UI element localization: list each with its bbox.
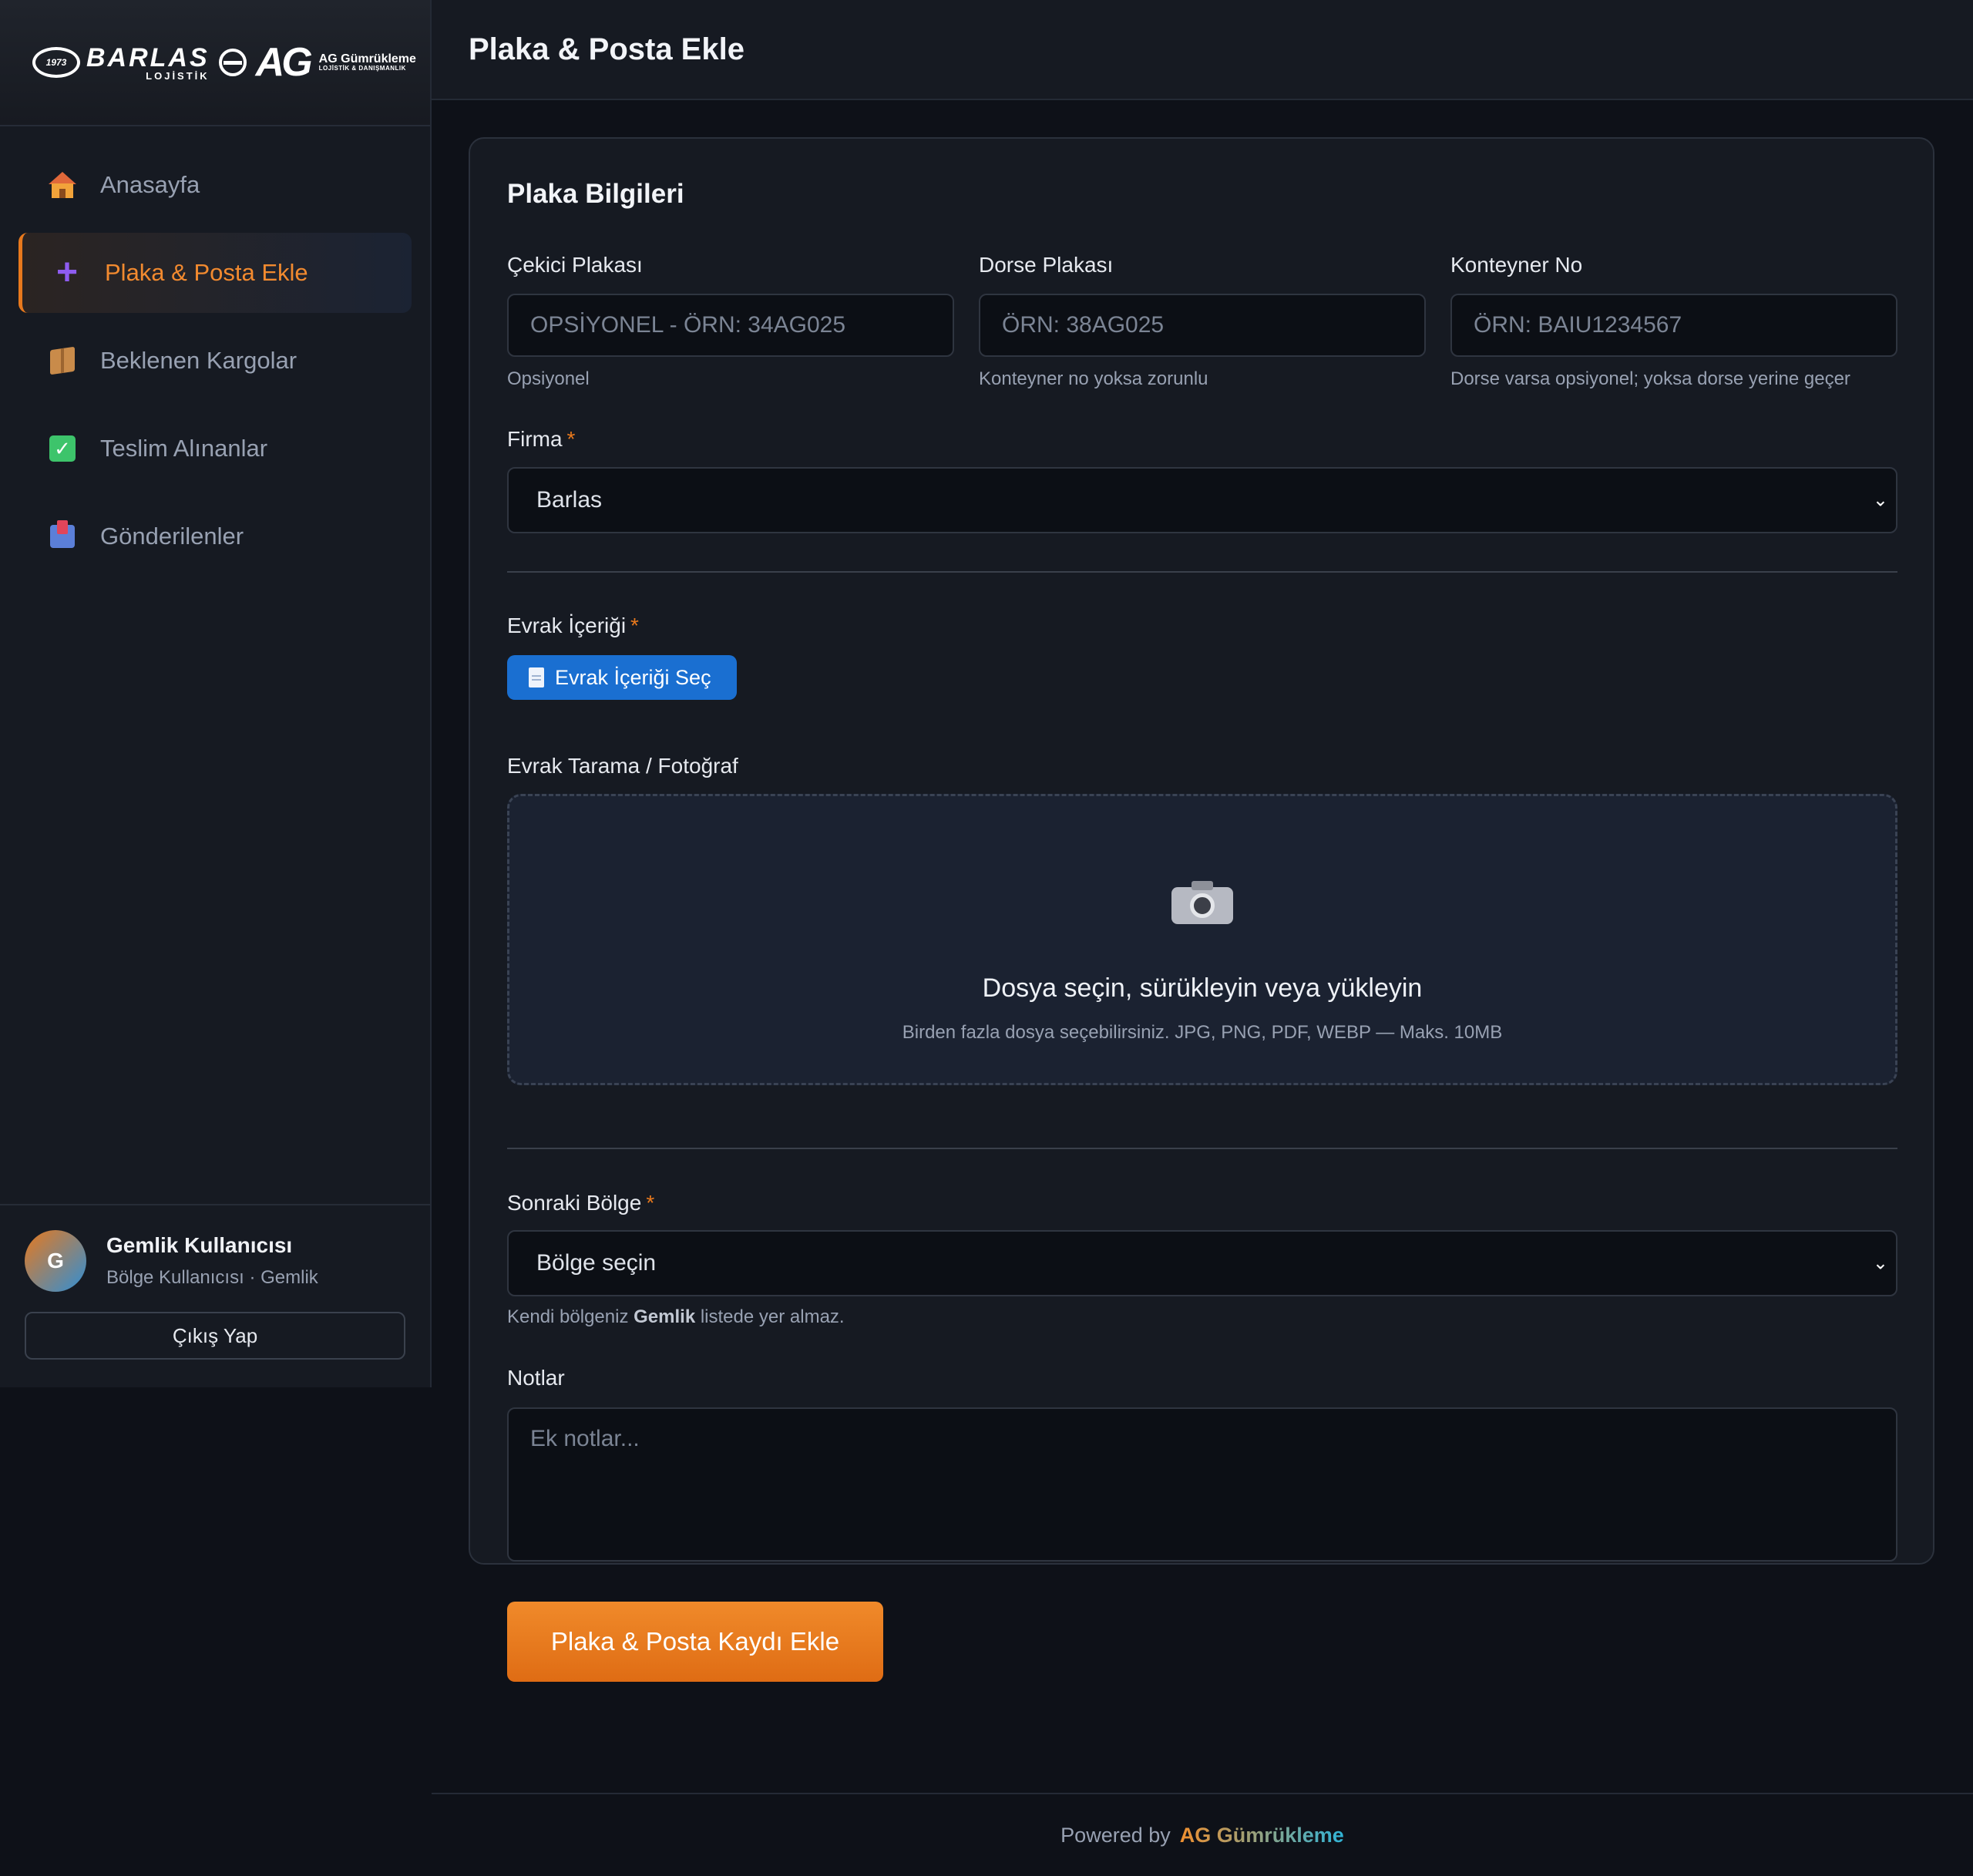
notlar-textarea[interactable]: Ek notlar... — [507, 1407, 1897, 1562]
firma-value: Barlas — [536, 487, 603, 513]
dorse-label: Dorse Plakası — [979, 253, 1114, 277]
divider — [507, 1148, 1897, 1149]
wheel-icon — [218, 49, 247, 76]
sidebar-item-label: Plaka & Posta Ekle — [105, 259, 308, 286]
user-name: Gemlik Kullanıcısı — [106, 1233, 293, 1257]
section-title: Plaka Bilgileri — [507, 179, 684, 209]
check-icon: ✓ — [48, 434, 77, 463]
sidebar-item-plaka-posta-ekle[interactable]: + Plaka & Posta Ekle — [18, 233, 412, 313]
sidebar-nav: Anasayfa + Plaka & Posta Ekle Beklenen K… — [0, 126, 430, 577]
file-dropzone[interactable]: Dosya seçin, sürükleyin veya yükleyin Bi… — [507, 794, 1897, 1085]
konteyner-placeholder: ÖRN: BAIU1234567 — [1474, 312, 1682, 338]
camera-icon — [1171, 879, 1233, 924]
sidebar-item-label: Anasayfa — [100, 171, 200, 198]
package-icon — [48, 346, 77, 375]
brand-logos[interactable]: 1973 BARLAS LOJİSTİK AG AG Gümrükleme LO… — [0, 0, 430, 126]
dorse-hint: Konteyner no yoksa zorunlu — [979, 368, 1208, 389]
sidebar-item-anasayfa[interactable]: Anasayfa — [18, 145, 412, 225]
own-region: Gemlik — [634, 1306, 696, 1327]
ag-logo-name: AG Gümrükleme — [318, 52, 416, 66]
sidebar-item-teslim-alinanlar[interactable]: ✓ Teslim Alınanlar — [18, 408, 412, 489]
cekici-label: Çekici Plakası — [507, 253, 643, 277]
footer-brand-link[interactable]: AG Gümrükleme — [1180, 1824, 1344, 1847]
required-mark: * — [566, 427, 576, 451]
submit-button[interactable]: Plaka & Posta Kaydı Ekle — [507, 1602, 883, 1682]
konteyner-no-input[interactable]: ÖRN: BAIU1234567 — [1450, 294, 1897, 357]
evrak-label: Evrak İçeriği * — [507, 614, 639, 637]
plus-icon: + — [55, 252, 79, 293]
dorse-placeholder: ÖRN: 38AG025 — [1002, 312, 1165, 338]
evrak-icerigi-sec-button[interactable]: Evrak İçeriği Seç — [507, 655, 737, 700]
dropzone-subtitle: Birden fazla dosya seçebilirsiniz. JPG, … — [902, 1022, 1503, 1043]
outbox-icon — [48, 520, 77, 551]
barlas-year: 1973 — [32, 47, 80, 78]
top-bar: Plaka & Posta Ekle — [432, 0, 1973, 100]
bolge-hint: Kendi bölgeniz Gemlik listede yer almaz. — [507, 1306, 845, 1327]
sidebar-item-label: Beklenen Kargolar — [100, 347, 297, 374]
page-title: Plaka & Posta Ekle — [469, 32, 744, 66]
sidebar: 1973 BARLAS LOJİSTİK AG AG Gümrükleme LO… — [0, 0, 432, 1387]
ag-logo-sub: LOJİSTİK & DANIŞMANLIK — [318, 65, 406, 72]
notlar-placeholder: Ek notlar... — [530, 1426, 640, 1451]
cekici-plaka-input[interactable]: OPSİYONEL - ÖRN: 34AG025 — [507, 294, 954, 357]
barlas-logo: 1973 BARLAS LOJİSTİK — [32, 45, 210, 81]
dropzone-title: Dosya seçin, sürükleyin veya yükleyin — [982, 973, 1423, 1003]
footer: Powered by AG Gümrükleme — [432, 1793, 1973, 1876]
chevron-down-icon: ⌄ — [1872, 489, 1888, 511]
footer-prefix: Powered by — [1060, 1823, 1171, 1847]
required-mark: * — [630, 614, 639, 637]
firma-label: Firma * — [507, 427, 576, 451]
sidebar-item-beklenen-kargolar[interactable]: Beklenen Kargolar — [18, 321, 412, 401]
barlas-sub: LOJİSTİK — [146, 69, 210, 82]
user-role: Bölge Kullanıcısı · Gemlik — [106, 1267, 318, 1288]
evrak-button-label: Evrak İçeriği Seç — [555, 665, 711, 689]
konteyner-hint: Dorse varsa opsiyonel; yoksa dorse yerin… — [1450, 368, 1850, 389]
user-panel: G Gemlik Kullanıcısı Bölge Kullanıcısı ·… — [0, 1204, 430, 1387]
required-mark: * — [646, 1191, 655, 1215]
barlas-name: BARLAS — [86, 42, 210, 72]
sidebar-item-label: Gönderilenler — [100, 523, 244, 550]
ag-logo-mark: AG — [255, 40, 313, 85]
firma-select[interactable]: Barlas ⌄ — [507, 467, 1897, 533]
sidebar-item-gonderilenler[interactable]: Gönderilenler — [18, 496, 412, 577]
divider — [507, 571, 1897, 573]
document-icon — [529, 667, 544, 688]
cekici-placeholder: OPSİYONEL - ÖRN: 34AG025 — [530, 312, 846, 338]
bolge-label: Sonraki Bölge * — [507, 1191, 655, 1215]
form-card: Plaka Bilgileri Çekici Plakası OPSİYONEL… — [469, 137, 1934, 1682]
upload-label: Evrak Tarama / Fotoğraf — [507, 754, 738, 778]
avatar: G — [25, 1230, 86, 1292]
chevron-down-icon: ⌄ — [1872, 1252, 1888, 1274]
sidebar-item-label: Teslim Alınanlar — [100, 435, 268, 462]
bolge-value: Bölge seçin — [536, 1250, 657, 1276]
konteyner-label: Konteyner No — [1450, 253, 1583, 277]
dorse-plaka-input[interactable]: ÖRN: 38AG025 — [979, 294, 1426, 357]
house-icon — [48, 170, 77, 200]
notlar-label: Notlar — [507, 1366, 565, 1390]
cekici-hint: Opsiyonel — [507, 368, 590, 389]
bolge-select[interactable]: Bölge seçin ⌄ — [507, 1230, 1897, 1296]
logout-button[interactable]: Çıkış Yap — [25, 1312, 405, 1360]
